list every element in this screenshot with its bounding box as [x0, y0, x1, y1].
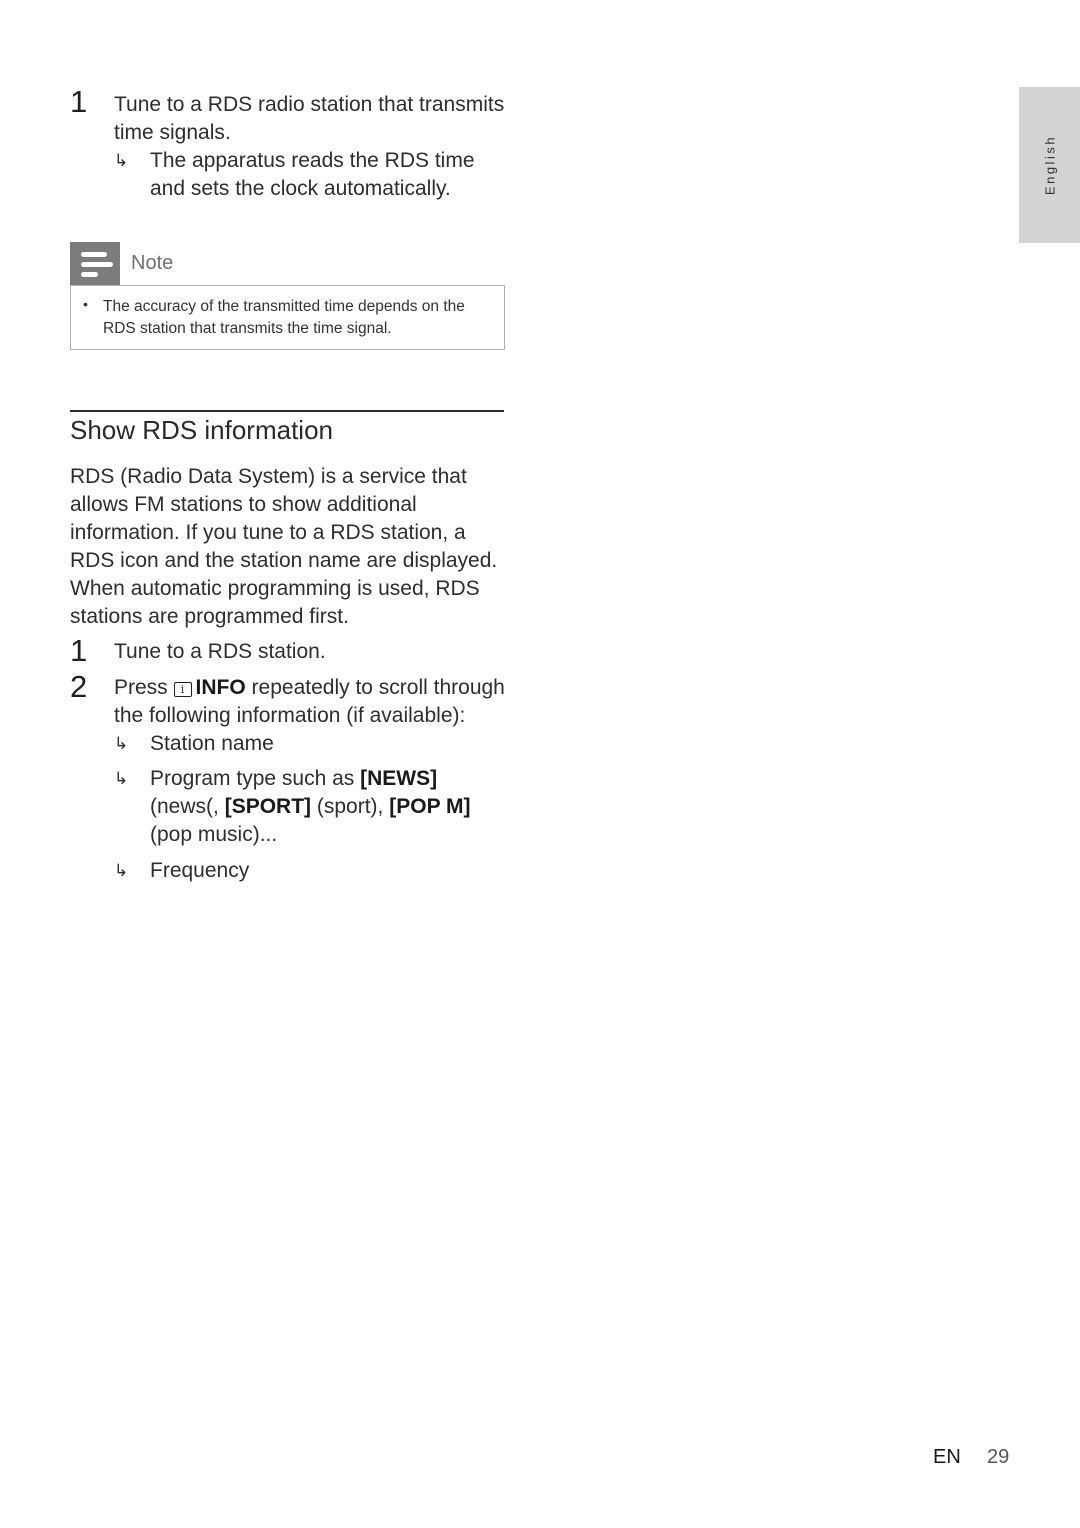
- step-number: 2: [70, 669, 88, 704]
- result-text: Frequency: [150, 859, 250, 882]
- section-divider: [70, 410, 504, 412]
- result-text: Station name: [150, 732, 274, 755]
- note-text: The accuracy of the transmitted time dep…: [103, 298, 465, 337]
- result-arrow-icon: ↳: [114, 861, 129, 880]
- language-label: English: [1042, 134, 1057, 196]
- step-number: 1: [70, 633, 88, 668]
- press-text: Press: [114, 676, 168, 699]
- info-icon: i: [173, 682, 192, 697]
- code-sport: [SPORT]: [224, 795, 312, 818]
- page-number: 29: [987, 1446, 1010, 1468]
- step-text: Tune to a RDS station.: [114, 640, 326, 663]
- step-continuation: repeatedly to scroll through the followi…: [114, 676, 505, 727]
- code-sport-desc: (sport),: [316, 795, 384, 818]
- code-news-desc: (news(,: [150, 795, 219, 818]
- program-type-prefix: Program type such as: [150, 767, 355, 790]
- code-pop-m: [POP M]: [389, 795, 471, 818]
- result-arrow-icon: ↳: [114, 769, 129, 788]
- note-icon-box: [70, 242, 120, 286]
- result-arrow-icon: ↳: [114, 151, 129, 170]
- code-pop-m-desc: (pop music)...: [150, 823, 278, 846]
- language-side-tab: English: [1019, 87, 1080, 243]
- step-number: 1: [70, 84, 88, 119]
- note-box: • The accuracy of the transmitted time d…: [70, 285, 505, 350]
- section-heading: Show RDS information: [70, 415, 333, 445]
- result-arrow-icon: ↳: [114, 734, 129, 753]
- bullet-icon: •: [83, 296, 88, 312]
- result-text: The apparatus reads the RDS time and set…: [150, 149, 475, 200]
- step-text: Tune to a RDS radio station that transmi…: [114, 93, 505, 144]
- footer-language-code: EN: [933, 1446, 961, 1468]
- step-text: Press i INFO repeatedly to scroll through…: [114, 674, 509, 730]
- code-news: [NEWS]: [360, 767, 438, 790]
- result-text: Program type such as [NEWS] (news(, [SPO…: [150, 765, 510, 849]
- note-label: Note: [131, 252, 174, 274]
- intro-paragraph: RDS (Radio Data System) is a service tha…: [70, 465, 498, 628]
- info-button-label: INFO: [195, 676, 246, 699]
